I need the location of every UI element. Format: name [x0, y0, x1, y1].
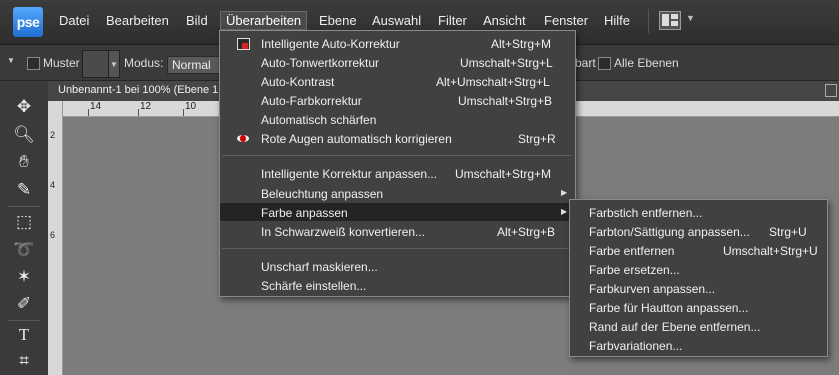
menu-item-auto-contrast[interactable]: Auto-Kontrast [261, 75, 334, 89]
submenu-arrow-icon: ▶ [561, 188, 568, 197]
shortcut: Umschalt+Strg+U [723, 244, 818, 258]
pattern-checkbox[interactable] [27, 57, 40, 70]
menu-item-unsharp-mask[interactable]: Unscharf maskieren... [261, 260, 378, 274]
all-layers-label: Alle Ebenen [614, 56, 679, 70]
menu-separator [222, 155, 571, 156]
menu-item-adjust-sharpness[interactable]: Schärfe einstellen... [261, 279, 366, 293]
crop-tool-icon[interactable]: ⌗ [10, 349, 38, 373]
ruler-label: 2 [50, 130, 56, 140]
submenu-item-color-curves[interactable]: Farbkurven anpassen... [589, 282, 715, 296]
toolbox-divider [8, 206, 40, 207]
hand-tool-icon[interactable]: ✋︎ [10, 150, 38, 174]
submenu-item-skin-tone[interactable]: Farbe für Hautton anpassen... [589, 301, 748, 315]
submenu-item-remove-color[interactable]: Farbe entfernen [589, 244, 674, 258]
ruler-tick [88, 109, 89, 116]
shortcut: Umschalt+Strg+L [460, 56, 553, 70]
app-logo: pse [13, 7, 43, 37]
contiguous-label: bart [575, 56, 596, 70]
shortcut: Alt+Umschalt+Strg+L [436, 75, 550, 89]
magic-wand-tool-icon[interactable]: ✶ [10, 265, 38, 289]
menu-filter[interactable]: Filter [438, 13, 467, 28]
ruler-label: 4 [50, 180, 56, 190]
menu-item-auto-sharpen[interactable]: Automatisch schärfen [261, 113, 376, 127]
menu-separator [222, 248, 571, 249]
menu-hilfe[interactable]: Hilfe [604, 13, 630, 28]
submenu-item-defringe[interactable]: Rand auf der Ebene entfernen... [589, 320, 760, 334]
shortcut: Umschalt+Strg+B [458, 94, 553, 108]
auto-fix-icon [237, 38, 250, 50]
pattern-label: Muster [43, 56, 80, 70]
type-tool-icon[interactable]: T [10, 323, 38, 347]
submenu-item-remove-color-cast[interactable]: Farbstich entfernen... [589, 206, 702, 220]
menu-item-convert-bw[interactable]: In Schwarzweiß konvertieren... [261, 225, 425, 239]
shortcut: Alt+Strg+B [497, 225, 556, 239]
menu-ebene[interactable]: Ebene [319, 13, 357, 28]
pattern-dropdown[interactable]: ▼ [108, 50, 120, 78]
mode-label: Modus: [124, 56, 164, 70]
red-eye-icon [237, 135, 249, 142]
menu-datei[interactable]: Datei [59, 13, 89, 28]
submenu-arrow-icon: ▶ [561, 207, 568, 216]
pattern-swatch[interactable] [82, 50, 110, 78]
move-tool-icon[interactable]: ✥ [10, 95, 38, 119]
chevron-down-icon: ▼ [110, 60, 118, 69]
ruler-label: 10 [185, 101, 197, 112]
ruler-label: 6 [50, 230, 56, 240]
chevron-down-icon[interactable]: ▼ [686, 13, 695, 23]
submenu-item-hue-saturation[interactable]: Farbton/Sättigung anpassen... [589, 225, 750, 239]
marquee-tool-icon[interactable]: ⬚ [10, 210, 38, 234]
restore-icon[interactable] [825, 84, 837, 97]
menu-item-red-eye[interactable]: Rote Augen automatisch korrigieren [261, 132, 452, 146]
eyedropper-tool-icon[interactable]: ✎ [10, 178, 38, 202]
shortcut: Umschalt+Strg+M [455, 167, 552, 181]
menu-bearbeiten[interactable]: Bearbeiten [106, 13, 169, 28]
ruler-label: 14 [90, 101, 102, 112]
menu-bild[interactable]: Bild [186, 13, 208, 28]
zoom-tool-icon[interactable]: 🔍︎ [10, 123, 38, 147]
ruler-tick [138, 109, 139, 116]
menu-fenster[interactable]: Fenster [544, 13, 588, 28]
ueberarbeiten-menu [219, 30, 576, 297]
shortcut: Strg+U [769, 225, 807, 239]
menu-item-smart-fix[interactable]: Intelligente Auto-Korrektur [261, 37, 400, 51]
menu-ansicht[interactable]: Ansicht [483, 13, 526, 28]
toolbox-divider [8, 320, 40, 321]
menu-item-adjust-color[interactable]: Farbe anpassen [261, 206, 348, 220]
quick-selection-tool-icon[interactable]: ✐ [10, 292, 38, 316]
shortcut: Alt+Strg+M [491, 37, 552, 51]
all-layers-checkbox[interactable] [598, 57, 611, 70]
mode-select[interactable]: Normal [167, 56, 225, 74]
menubar-divider [648, 9, 649, 33]
menu-item-adjust-smart-fix[interactable]: Intelligente Korrektur anpassen... [261, 167, 437, 181]
ruler-label: 12 [140, 101, 152, 112]
menu-auswahl[interactable]: Auswahl [372, 13, 421, 28]
lasso-tool-icon[interactable]: ➰ [10, 238, 38, 262]
menu-ueberarbeiten[interactable]: Überarbeiten [220, 11, 308, 30]
submenu-item-color-variations[interactable]: Farbvariationen... [589, 339, 682, 353]
layout-icon[interactable] [659, 11, 681, 30]
tool-preset-arrow-icon[interactable]: ▼ [7, 56, 15, 65]
document-title: Unbenannt-1 bei 100% (Ebene 1, [58, 84, 222, 96]
submenu-item-replace-color[interactable]: Farbe ersetzen... [589, 263, 680, 277]
ruler-tick [183, 109, 184, 116]
shortcut: Strg+R [518, 132, 556, 146]
menu-item-adjust-lighting[interactable]: Beleuchtung anpassen [261, 187, 383, 201]
menu-item-auto-levels[interactable]: Auto-Tonwertkorrektur [261, 56, 379, 70]
menu-item-auto-color[interactable]: Auto-Farbkorrektur [261, 94, 362, 108]
